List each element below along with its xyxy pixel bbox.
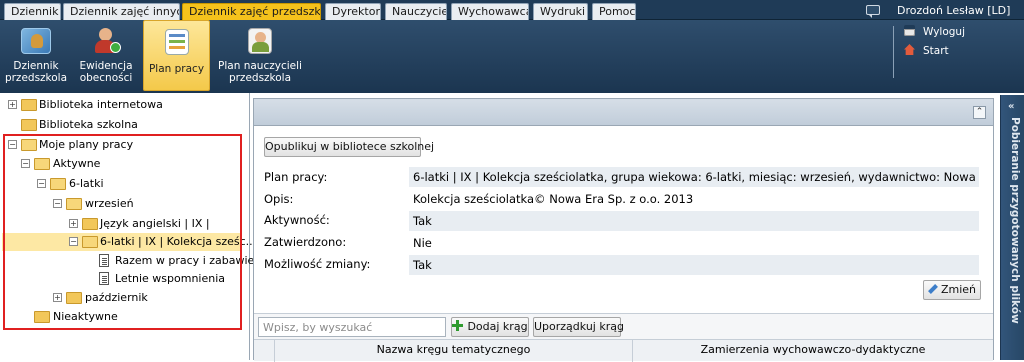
tab-wychowawca[interactable]: Wychowawca [451, 3, 529, 20]
ribbon-dziennik-przedszkola-button[interactable]: Dziennik przedszkola [4, 20, 68, 91]
tab-dziennik-zajec-przedszkola[interactable]: Dziennik zajęć przedszkola [182, 3, 321, 20]
change-label: Zmień [940, 283, 977, 296]
teachers-plan-icon [248, 28, 272, 54]
field-value-opis: Kolekcja sześciolatka© Nowa Era Sp. z o.… [409, 189, 979, 209]
column-header-zamierzenia[interactable]: Zamierzenia wychowawczo-dydaktyczne [632, 340, 993, 362]
user-name: Drozdoń Lesław [LD] [897, 4, 1011, 17]
tab-dziennik-zajec-innych[interactable]: Dziennik zajęć innych [63, 3, 180, 20]
tab-pomoc[interactable]: Pomoc [592, 3, 636, 20]
highlight-box [3, 134, 242, 330]
top-nav: Dziennik Dziennik zajęć innych Dziennik … [0, 0, 1024, 20]
grid-header: Nazwa kręgu tematycznego Zamierzenia wyc… [254, 339, 993, 362]
folder-icon [21, 119, 37, 131]
field-value-zatwierdzono: Nie [409, 233, 979, 253]
field-value-mozliwosc-zmiany: Tak [409, 255, 979, 275]
logout-link[interactable]: Wyloguj [904, 25, 965, 38]
tree-label: Biblioteka szkolna [39, 118, 138, 131]
field-label: Plan pracy: [264, 170, 328, 184]
change-button[interactable]: Zmień [923, 280, 981, 300]
ribbon: Dziennik przedszkola Ewidencja obecności P… [0, 20, 1024, 93]
logout-label: Wyloguj [923, 26, 965, 38]
add-circle-button[interactable]: Dodaj krąg [451, 317, 529, 337]
grid-toolbar: Dodaj krąg Uporządkuj krąg [254, 313, 993, 339]
tree-node-biblioteka-szkolna[interactable]: Biblioteka szkolna [0, 117, 248, 133]
field-label: Opis: [264, 192, 294, 206]
plan-detail-panel: ⌃ Opublikuj w bibliotece szkolnej Plan p… [253, 98, 994, 362]
field-value-plan: 6-latki | IX | Kolekcja sześciolatka, gr… [409, 167, 979, 187]
ribbon-separator [893, 26, 894, 78]
search-input[interactable] [258, 317, 446, 337]
ribbon-plan-nauczycieli-button[interactable]: Plan nauczycieli przedszkola [214, 20, 306, 91]
field-label: Możliwość zmiany: [264, 257, 371, 271]
work-plan-icon [164, 29, 189, 55]
expand-icon[interactable]: + [8, 100, 17, 109]
home-icon [904, 44, 915, 55]
files-side-panel[interactable]: « Pobieranie przygotowanych plików [1000, 95, 1024, 360]
field-label: Zatwierdzono: [264, 235, 347, 249]
preschool-register-icon [21, 28, 51, 54]
field-value-aktywnosc: Tak [409, 211, 979, 231]
tab-dyrektor[interactable]: Dyrektor [325, 3, 381, 20]
plus-icon [452, 320, 464, 331]
ribbon-label: Plan nauczycieli przedszkola [218, 60, 302, 84]
tab-nauczyciel[interactable]: Nauczyciel [385, 3, 447, 20]
pencil-icon [928, 284, 938, 294]
tab-dziennik[interactable]: Dziennik [4, 3, 61, 20]
tree-label: Biblioteka internetowa [39, 98, 163, 111]
tab-wydruki[interactable]: Wydruki [533, 3, 588, 20]
ribbon-plan-pracy-button[interactable]: Plan pracy [143, 20, 210, 91]
folder-icon [21, 99, 37, 111]
ribbon-label: Dziennik przedszkola [4, 60, 68, 84]
publish-button[interactable]: Opublikuj w bibliotece szkolnej [264, 137, 434, 157]
chat-icon[interactable] [866, 5, 880, 18]
order-circle-button[interactable]: Uporządkuj krąg [533, 317, 624, 337]
start-link[interactable]: Start [904, 44, 949, 57]
panel-header: ⌃ [254, 99, 993, 126]
attendance-icon [91, 28, 121, 54]
field-label: Aktywność: [264, 213, 330, 227]
tree-node-biblioteka-internetowa[interactable]: + Biblioteka internetowa [0, 97, 248, 113]
expand-left-icon[interactable]: « [1008, 101, 1014, 112]
side-panel-title: Pobieranie przygotowanych plików [1009, 117, 1021, 324]
start-label: Start [923, 45, 949, 57]
lock-icon [904, 25, 915, 36]
ribbon-label: Plan pracy [148, 63, 205, 75]
add-label: Dodaj krąg [467, 320, 528, 333]
ribbon-label: Ewidencja obecności [79, 60, 133, 84]
collapse-up-icon[interactable]: ⌃ [973, 106, 986, 119]
ribbon-ewidencja-obecnosci-button[interactable]: Ewidencja obecności [74, 20, 138, 91]
column-header-nazwa[interactable]: Nazwa kręgu tematycznego [274, 340, 632, 362]
